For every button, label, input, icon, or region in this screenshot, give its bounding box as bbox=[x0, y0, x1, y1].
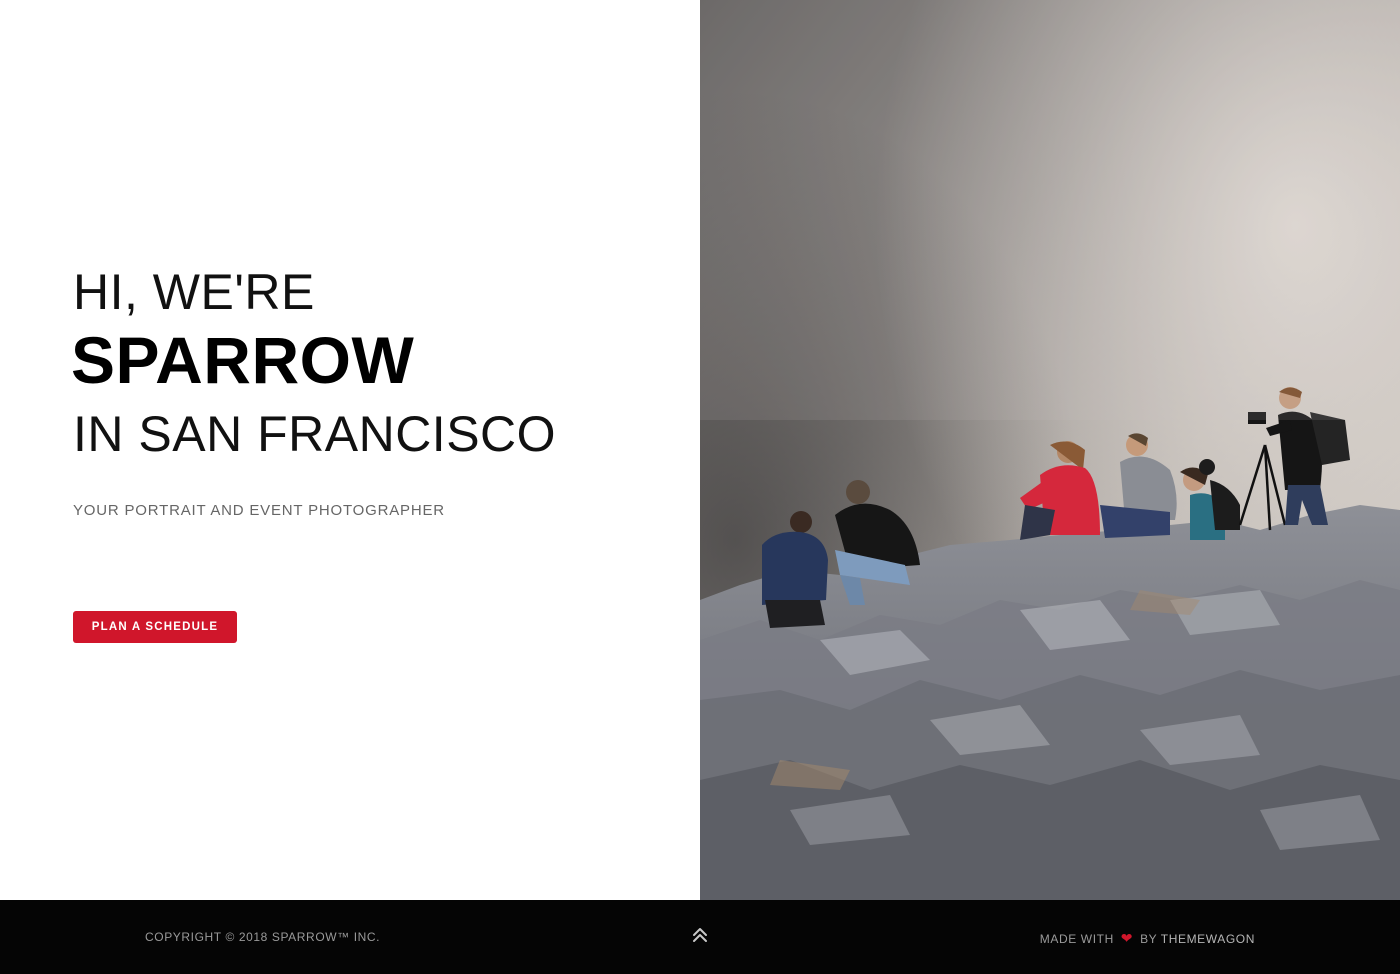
hero-greeting: HI, WE'RE bbox=[73, 264, 315, 320]
hero-intro: HI, WE'RE SPARROW IN SAN FRANCISCO YOUR … bbox=[0, 0, 700, 900]
plan-schedule-button[interactable]: PLAN A SCHEDULE bbox=[73, 611, 237, 643]
landing-page: HI, WE'RE SPARROW IN SAN FRANCISCO YOUR … bbox=[0, 0, 1400, 974]
hero-brand-name: SPARROW bbox=[71, 323, 415, 397]
double-chevron-up-icon bbox=[693, 928, 707, 942]
back-to-top-button[interactable] bbox=[689, 924, 711, 946]
themewagon-link[interactable]: THEMEWAGON bbox=[1161, 932, 1255, 946]
copyright-text: COPYRIGHT © 2018 SPARROW™ INC. bbox=[145, 930, 381, 944]
hero-photo bbox=[700, 0, 1400, 900]
hero-tagline: YOUR PORTRAIT AND EVENT PHOTOGRAPHER bbox=[73, 502, 445, 519]
hero-location: IN SAN FRANCISCO bbox=[73, 406, 557, 462]
site-footer: COPYRIGHT © 2018 SPARROW™ INC. MADE WITH… bbox=[0, 900, 1400, 974]
made-with-credit: MADE WITH ❤ BY THEMEWAGON bbox=[1040, 930, 1255, 947]
made-with-prefix: MADE WITH bbox=[1039, 932, 1114, 946]
made-with-suffix: BY bbox=[1140, 932, 1158, 946]
heart-icon: ❤ bbox=[1120, 930, 1134, 946]
